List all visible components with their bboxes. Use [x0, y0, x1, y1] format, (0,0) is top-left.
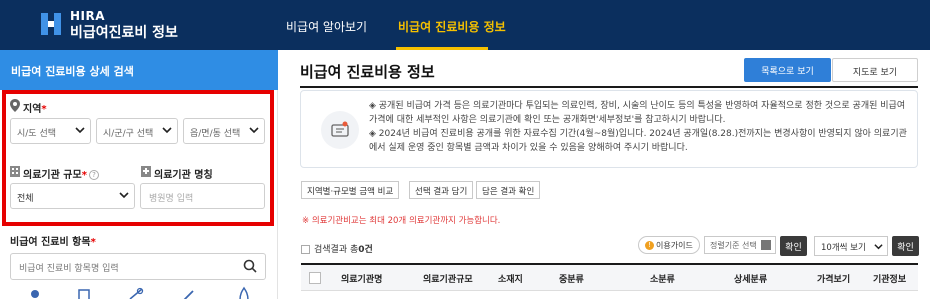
- highlight-frame: [2, 90, 274, 226]
- sort-confirm-button[interactable]: 확인: [780, 236, 807, 256]
- notice-text: ◈ 공개된 비급여 가격 등은 의료기관마다 투입되는 의료인력, 장비, 시술…: [369, 99, 907, 155]
- notice-line-2: ◈ 2024년 비급여 진료비용 공개를 위한 자료수집 기간(4월~8월)입니…: [369, 129, 907, 153]
- column-header-scale[interactable]: 의료기관규모: [423, 272, 473, 285]
- map-view-button[interactable]: 지도로 보기: [832, 58, 918, 82]
- column-header-info[interactable]: 기관정보: [873, 272, 906, 285]
- item-search-input[interactable]: 비급여 진료비 항목명 입력: [10, 253, 266, 280]
- sort-select[interactable]: 정렬기준 선택: [704, 236, 776, 254]
- top-header: HIRA 비급여진료비 정보 비급여 알아보기 비급여 진료비용 정보: [0, 0, 930, 50]
- info-icon: !: [645, 241, 654, 250]
- user-guide-button[interactable]: ! 이용가이드: [638, 236, 700, 254]
- result-list-icon: [301, 245, 310, 254]
- compare-limit-warning: ※ 의료기관비교는 최대 20개 의료기관까지 가능합니다.: [302, 216, 501, 226]
- title-divider: [300, 86, 918, 88]
- save-selection-button[interactable]: 선택 결과 담기: [409, 181, 474, 199]
- item-label: 비급여 진료비 항목*: [10, 237, 96, 248]
- column-header-name[interactable]: 의료기관명: [341, 272, 382, 285]
- hira-logo-icon[interactable]: [38, 9, 64, 39]
- page-size-confirm-button[interactable]: 확인: [892, 236, 919, 256]
- list-view-button[interactable]: 목록으로 보기: [744, 58, 831, 82]
- page-title: 비급여 진료비용 정보: [300, 63, 435, 81]
- tool-icon[interactable]: [180, 288, 196, 299]
- notice-icon-wrap: [321, 111, 359, 149]
- document-icon[interactable]: [76, 288, 92, 299]
- column-header-price[interactable]: 가격보기: [817, 272, 850, 285]
- nav-active-indicator: [396, 47, 488, 50]
- syringe-icon[interactable]: [128, 286, 144, 299]
- column-header-mid-category[interactable]: 중분류: [559, 272, 584, 285]
- column-header-sub-category[interactable]: 소분류: [650, 272, 675, 285]
- logo-text-site[interactable]: 비급여진료비 정보: [70, 22, 178, 42]
- sidebar-header: 비급여 진료비용 상세 검색: [0, 50, 278, 90]
- sort-menu-icon: [761, 240, 771, 250]
- compare-region-scale-button[interactable]: 지역별·규모별 금액 비교: [301, 181, 400, 199]
- result-summary: 검색결과 총0건: [301, 242, 373, 255]
- tablet-notice-icon: [331, 121, 349, 137]
- sidebar-title: 비급여 진료비용 상세 검색: [11, 65, 134, 78]
- logo-text-hira[interactable]: HIRA: [70, 9, 105, 23]
- nav-item-learn[interactable]: 비급여 알아보기: [286, 18, 367, 35]
- chevron-down-icon: [874, 244, 883, 250]
- select-all-checkbox[interactable]: [309, 272, 321, 284]
- person-icon[interactable]: [27, 288, 43, 299]
- search-icon[interactable]: [243, 259, 257, 273]
- notice-box: ◈ 공개된 비급여 가격 등은 의료기관마다 투입되는 의료인력, 장비, 시술…: [300, 90, 918, 168]
- hand-icon[interactable]: [236, 286, 252, 299]
- page-size-select[interactable]: 10개씩 보기: [814, 236, 888, 256]
- column-header-location[interactable]: 소재지: [498, 272, 523, 285]
- column-header-detail-category[interactable]: 상세분류: [734, 272, 767, 285]
- nav-item-cost-info[interactable]: 비급여 진료비용 정보: [398, 18, 506, 35]
- view-saved-button[interactable]: 담은 결과 확인: [476, 181, 541, 199]
- table-header: 의료기관명 의료기관규모 소재지 중분류 소분류 상세분류 가격보기 기관정보: [301, 263, 918, 291]
- notice-line-1: ◈ 공개된 비급여 가격 등은 의료기관마다 투입되는 의료인력, 장비, 시술…: [369, 101, 906, 125]
